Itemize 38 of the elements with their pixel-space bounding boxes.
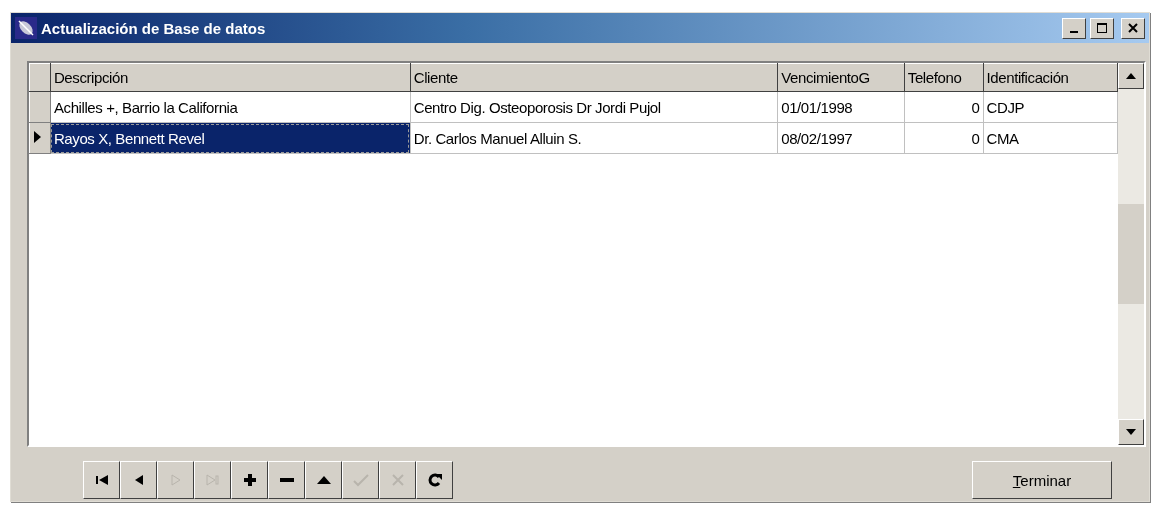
column-header[interactable]: Cliente: [410, 63, 778, 92]
table-cell: Centro Dig. Osteoporosis Dr Jordi Pujol: [410, 91, 778, 123]
minus-icon: [279, 478, 294, 482]
table-cell: 08/02/1997: [777, 122, 905, 154]
finish-button[interactable]: Terminar: [972, 461, 1112, 499]
maximize-icon: [1096, 22, 1108, 34]
up-arrow-icon: [1126, 73, 1136, 79]
checkmark-icon: [351, 471, 370, 489]
column-header[interactable]: Descripción: [50, 63, 411, 92]
table-cell: Achilles +, Barrio la California: [50, 91, 411, 123]
last-record-icon: [203, 471, 222, 489]
table-cell: CMA: [983, 122, 1118, 154]
window-title: Actualización de Base de datos: [41, 19, 267, 37]
maximize-button[interactable]: [1090, 17, 1114, 39]
scroll-up-button[interactable]: [1118, 63, 1144, 89]
close-icon: [1128, 23, 1138, 33]
satellite-dish-icon: [15, 17, 37, 39]
table-cell: CDJP: [983, 91, 1118, 123]
close-button[interactable]: [1121, 17, 1145, 39]
table-cell: 01/01/1998: [777, 91, 905, 123]
scroll-down-button[interactable]: [1118, 419, 1144, 445]
minimize-button[interactable]: [1062, 17, 1086, 39]
navigator-button[interactable]: [120, 461, 157, 499]
table-cell: 0: [904, 122, 984, 154]
navigator-button[interactable]: [231, 461, 268, 499]
vertical-scrollbar[interactable]: [1118, 63, 1144, 445]
down-arrow-icon: [1126, 429, 1136, 435]
column-header[interactable]: VencimientoG: [777, 63, 905, 92]
navigator-button[interactable]: [83, 461, 120, 499]
navigator-button[interactable]: [305, 461, 342, 499]
column-header[interactable]: Telefono: [904, 63, 984, 92]
table-cell: Rayos X, Bennett Revel: [50, 122, 411, 154]
table-cell: 0: [904, 91, 984, 123]
minimize-icon: [1070, 31, 1078, 33]
column-header[interactable]: Identificación: [983, 63, 1118, 92]
navigator-button[interactable]: [416, 461, 453, 499]
navigator-button[interactable]: [268, 461, 305, 499]
table-cell: Dr. Carlos Manuel Alluin S.: [410, 122, 778, 154]
